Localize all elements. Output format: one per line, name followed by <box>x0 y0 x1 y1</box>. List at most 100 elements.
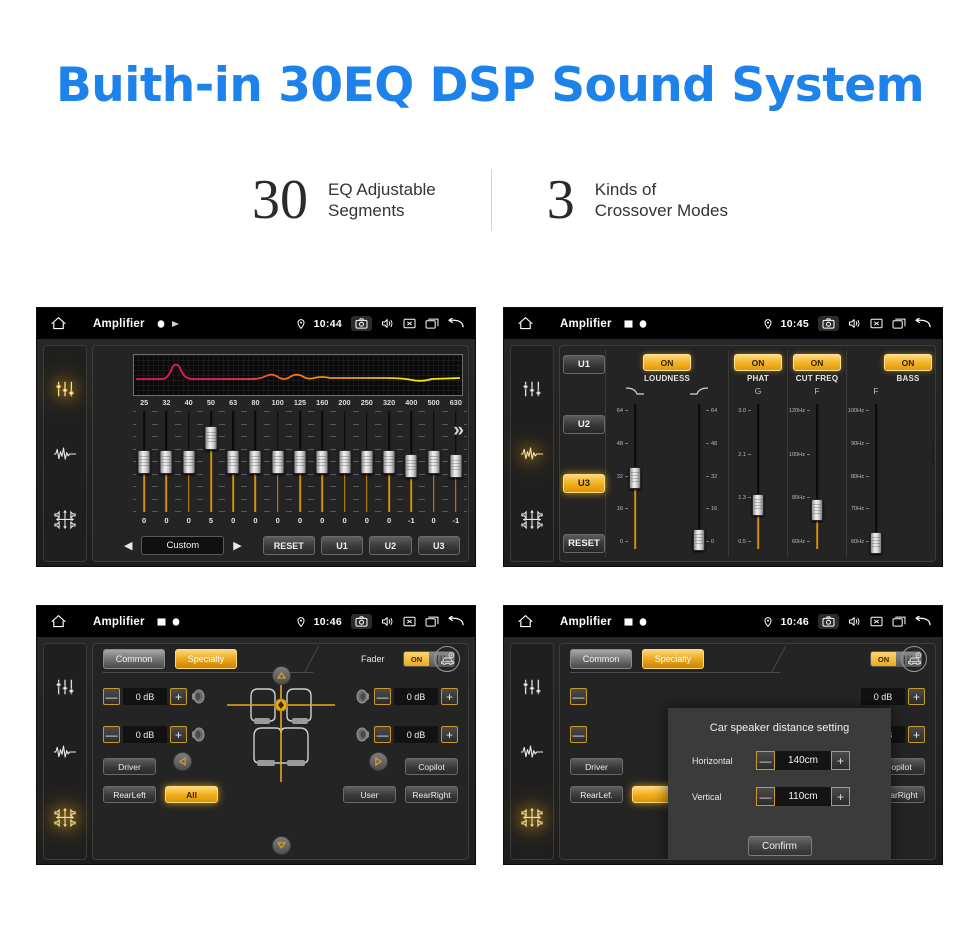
car-seat-diagram[interactable] <box>221 678 341 788</box>
increment-button[interactable]: + <box>908 726 925 743</box>
slider-knob[interactable] <box>870 531 882 554</box>
decrement-button[interactable]: — <box>570 726 587 743</box>
close-box-icon[interactable] <box>870 616 883 627</box>
increment-button[interactable]: + <box>441 726 458 743</box>
sidebar-item-waveform[interactable] <box>50 439 80 469</box>
home-icon[interactable] <box>512 317 538 330</box>
sidebar-item-waveform[interactable] <box>517 439 547 469</box>
decrement-button[interactable]: — <box>756 787 775 806</box>
crossover-slider[interactable]: G3.02.52.01.51.00.5 <box>913 386 935 555</box>
sidebar-item-equalizer[interactable] <box>517 374 547 404</box>
tab-common[interactable]: Common <box>103 649 165 669</box>
eq-band-slider[interactable] <box>355 409 378 514</box>
increment-button[interactable]: + <box>441 688 458 705</box>
camera-icon[interactable] <box>351 614 372 629</box>
tab-specialty[interactable]: Specialty <box>642 649 704 669</box>
close-box-icon[interactable] <box>870 318 883 329</box>
eq-band-slider[interactable] <box>244 409 267 514</box>
eq-knob[interactable] <box>271 449 285 474</box>
position-copilot-button[interactable]: Copilot <box>405 758 458 775</box>
position-all-button[interactable]: All <box>165 786 218 803</box>
increment-button[interactable]: + <box>170 726 187 743</box>
slider-knob[interactable] <box>934 440 935 463</box>
car-gear-icon[interactable] <box>434 646 460 672</box>
toggle-on-button[interactable]: ON <box>884 354 932 371</box>
slider-knob[interactable] <box>693 528 705 551</box>
position-rearleft-button[interactable]: RearLef. <box>570 786 623 803</box>
eq-band-slider[interactable] <box>199 409 223 514</box>
double-chevron-right-icon[interactable]: » <box>453 420 464 442</box>
eq-band-slider[interactable] <box>177 409 200 514</box>
eq-band-slider[interactable] <box>311 409 334 514</box>
slider-knob[interactable] <box>629 467 641 490</box>
position-rearright-button[interactable]: RearRight <box>405 786 458 803</box>
eq-knob[interactable] <box>248 449 262 474</box>
increment-button[interactable]: + <box>170 688 187 705</box>
increment-button[interactable]: + <box>908 688 925 705</box>
decrement-button[interactable]: — <box>374 726 391 743</box>
eq-band-slider[interactable] <box>377 409 401 514</box>
user-preset-u3-button[interactable]: U3 <box>417 536 461 555</box>
toggle-on-button[interactable]: ON <box>793 354 841 371</box>
eq-knob[interactable] <box>427 449 441 474</box>
position-rearleft-button[interactable]: RearLeft <box>103 786 156 803</box>
preset-display[interactable]: Custom <box>141 536 225 555</box>
eq-slider-group[interactable] <box>133 409 467 514</box>
eq-band-slider[interactable] <box>400 409 423 514</box>
eq-knob[interactable] <box>338 449 352 474</box>
position-user-button[interactable]: User <box>343 786 396 803</box>
crossover-slider[interactable]: 64 48 32 16 0 <box>608 386 662 555</box>
eq-knob[interactable] <box>404 453 418 478</box>
tab-specialty[interactable]: Specialty <box>175 649 237 669</box>
recents-icon[interactable] <box>425 318 439 329</box>
speaker-icon[interactable] <box>381 616 394 627</box>
sidebar-item-waveform[interactable] <box>50 737 80 767</box>
slider-knob[interactable] <box>752 494 764 517</box>
preset-prev-button[interactable]: ◀ <box>121 539 135 552</box>
preset-reset-button[interactable]: RESET <box>563 533 605 553</box>
confirm-button[interactable]: Confirm <box>747 836 812 856</box>
sidebar-item-equalizer[interactable] <box>517 672 547 702</box>
eq-knob[interactable] <box>360 449 374 474</box>
home-icon[interactable] <box>45 317 71 330</box>
home-icon[interactable] <box>45 615 71 628</box>
back-arrow-icon[interactable] <box>915 317 932 330</box>
eq-band-slider[interactable] <box>266 409 289 514</box>
decrement-button[interactable]: — <box>756 751 775 770</box>
crossover-slider[interactable]: G 3.0 2.1 1.3 0.5 <box>731 386 785 555</box>
eq-knob[interactable] <box>137 449 151 474</box>
eq-knob[interactable] <box>159 449 173 474</box>
nav-down-icon[interactable] <box>271 836 291 855</box>
back-arrow-icon[interactable] <box>448 615 465 628</box>
sidebar-item-balance[interactable] <box>50 802 80 832</box>
nav-right-icon[interactable] <box>369 752 388 771</box>
toggle-on-button[interactable]: ON <box>734 354 782 371</box>
sidebar-item-balance[interactable] <box>517 802 547 832</box>
nav-left-icon[interactable] <box>173 752 192 771</box>
eq-band-slider[interactable] <box>133 409 156 514</box>
speaker-icon[interactable] <box>848 616 861 627</box>
camera-icon[interactable] <box>818 316 839 331</box>
home-icon[interactable] <box>512 615 538 628</box>
eq-band-slider[interactable] <box>222 409 245 514</box>
eq-knob[interactable] <box>293 449 307 474</box>
crossover-slider[interactable]: 64 48 32 16 0 <box>672 386 726 555</box>
decrement-button[interactable]: — <box>103 726 120 743</box>
eq-band-slider[interactable] <box>422 409 445 514</box>
eq-knob[interactable] <box>182 449 196 474</box>
tab-common[interactable]: Common <box>570 649 632 669</box>
back-arrow-icon[interactable] <box>915 615 932 628</box>
decrement-button[interactable]: — <box>374 688 391 705</box>
toggle-on-button[interactable]: ON <box>643 354 691 371</box>
close-box-icon[interactable] <box>403 616 416 627</box>
decrement-button[interactable]: — <box>570 688 587 705</box>
eq-knob[interactable] <box>204 426 218 451</box>
slider-knob[interactable] <box>811 498 823 521</box>
sidebar-item-equalizer[interactable] <box>50 672 80 702</box>
crossover-slider[interactable]: F 100Hz 90Hz 80Hz 70Hz 60Hz <box>848 386 903 555</box>
crossover-slider[interactable]: F 120Hz 100Hz 80Hz 60Hz <box>789 386 844 555</box>
camera-icon[interactable] <box>818 614 839 629</box>
recents-icon[interactable] <box>892 616 906 627</box>
decrement-button[interactable]: — <box>103 688 120 705</box>
close-box-icon[interactable] <box>403 318 416 329</box>
